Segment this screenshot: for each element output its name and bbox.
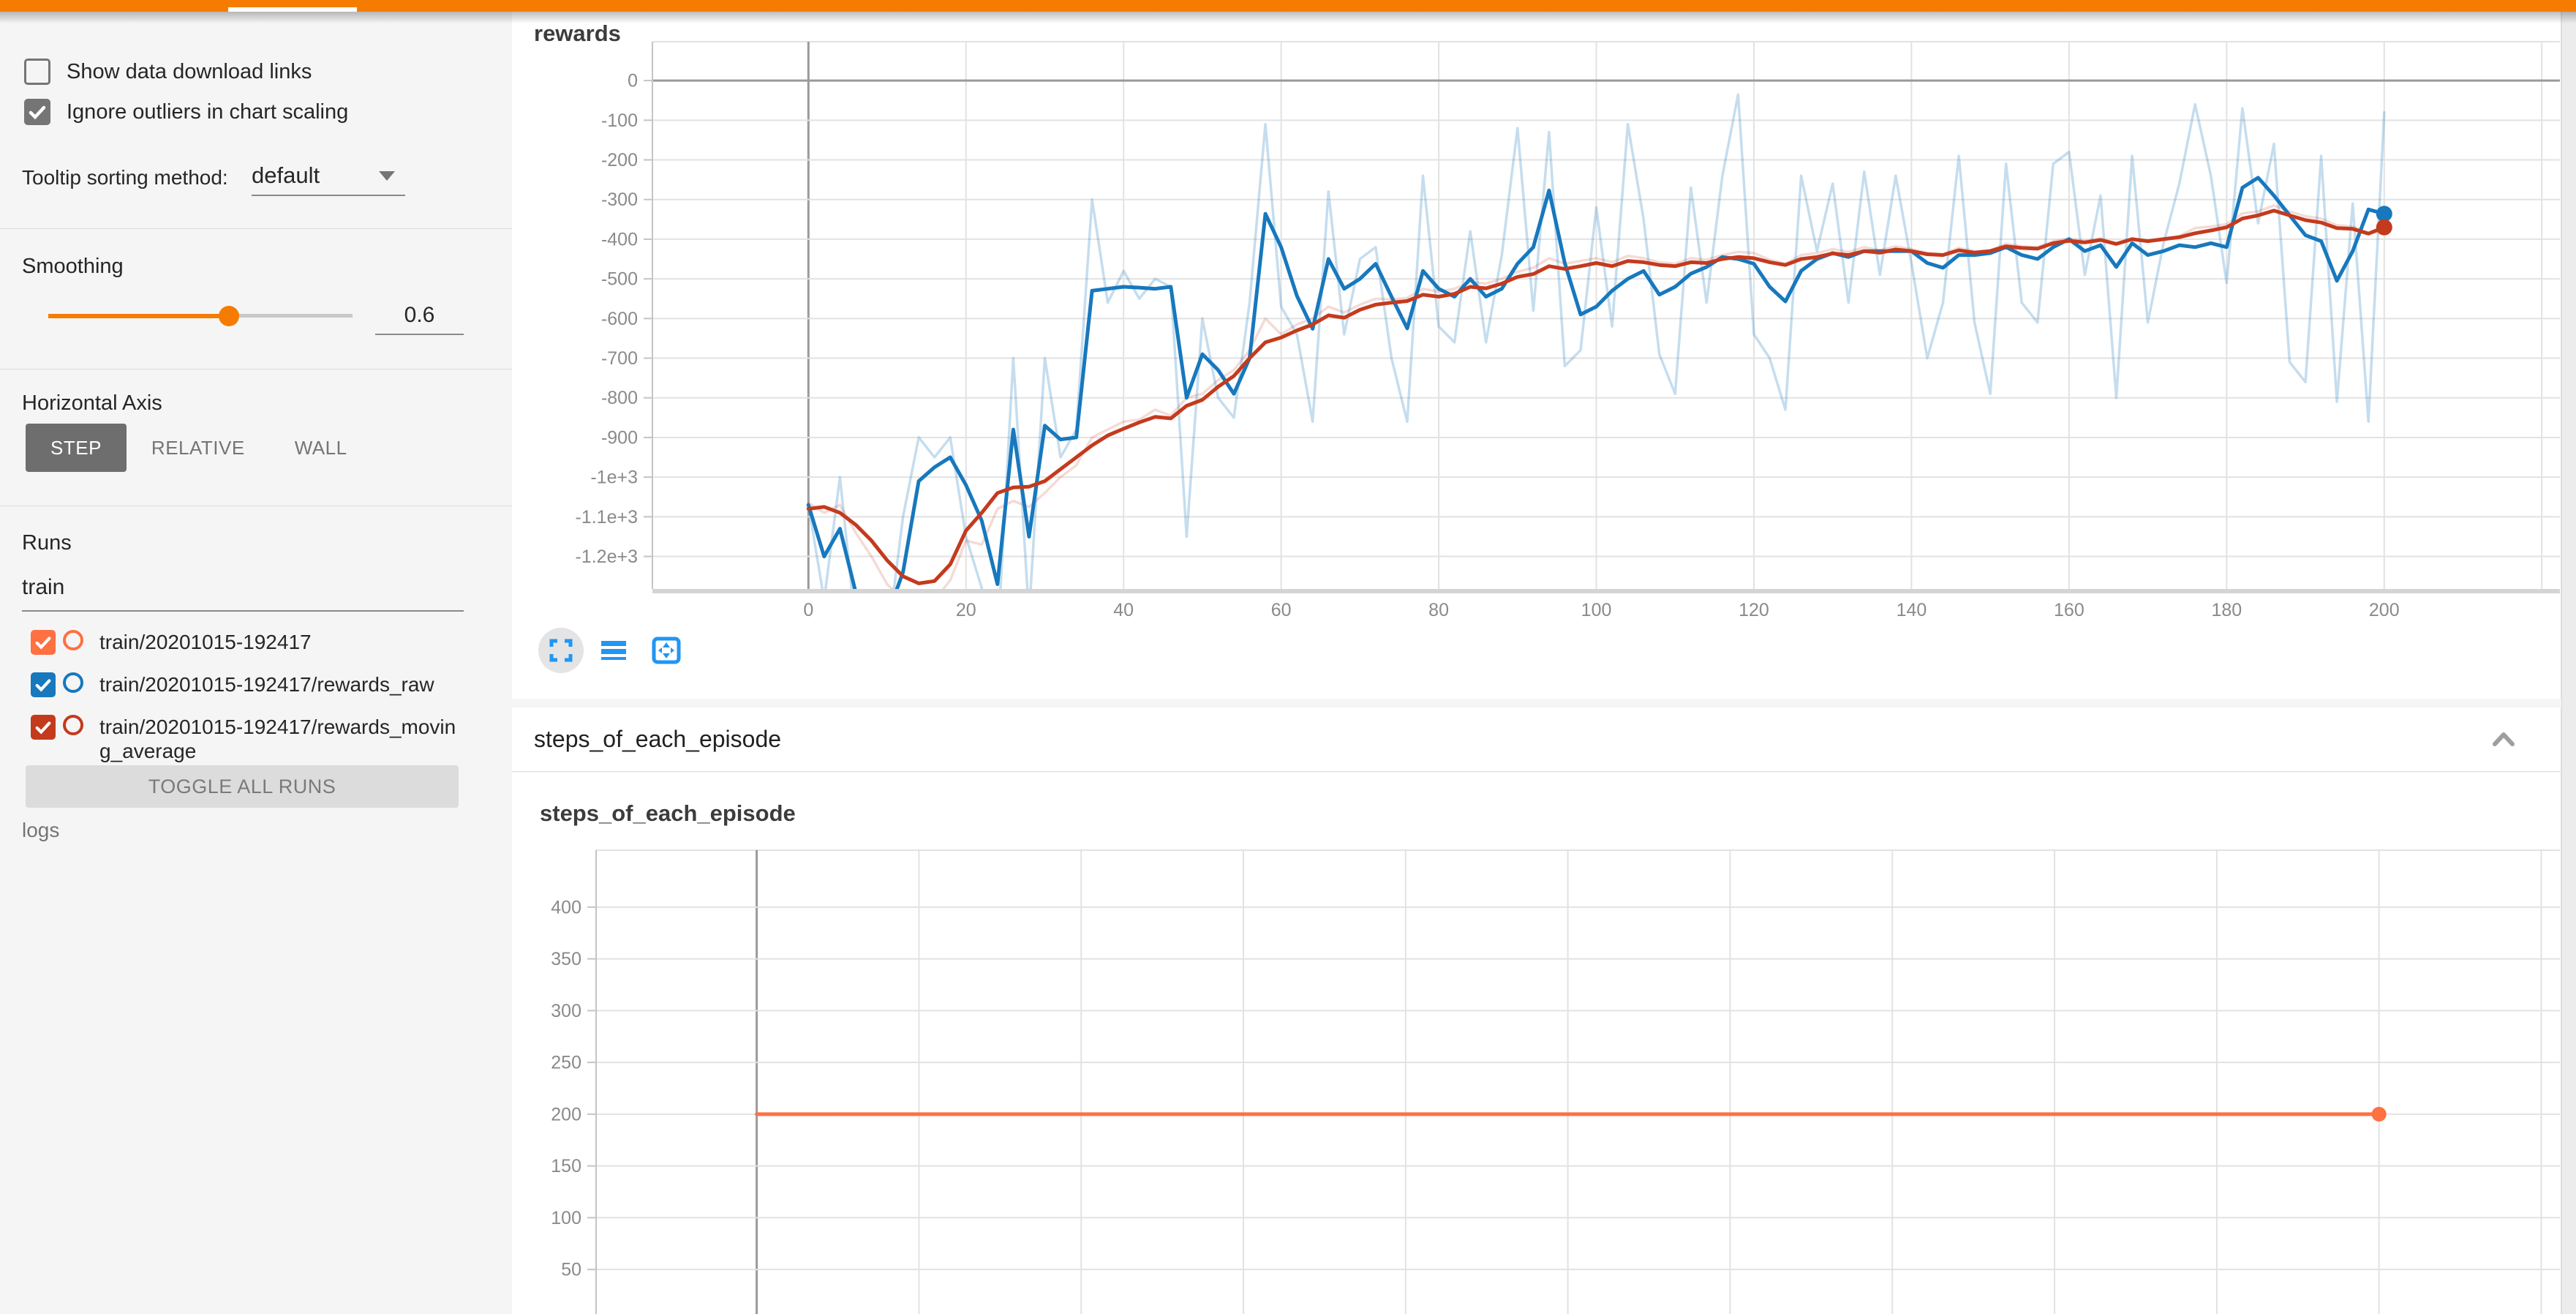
smoothing-label: Smoothing (22, 255, 124, 279)
y-tick-label: 350 (551, 949, 581, 969)
axis-mode-relative-button[interactable]: RELATIVE (127, 424, 270, 472)
steps-chart[interactable]: 400 350 300 250 200 150 100 50 (512, 773, 2561, 1314)
horizontal-axis-label: Horizontal Axis (22, 391, 162, 416)
ignore-outliers-checkbox[interactable] (24, 99, 50, 125)
y-tick-label: -300 (601, 189, 638, 210)
run-row[interactable]: train/20201015-192417/rewards_moving_ave… (31, 715, 465, 763)
steps-section-title: steps_of_each_episode (534, 726, 781, 753)
y-tick-label: -1e+3 (590, 468, 638, 488)
rewards-chart[interactable]: 0 -100 -200 -300 -400 -500 -600 -700 -800 -900 -1e… (512, 12, 2561, 699)
logdir-label: logs (22, 819, 59, 842)
gridlines (587, 850, 2560, 1314)
y-tick-label: 150 (551, 1156, 581, 1176)
check-icon (34, 675, 53, 694)
y-tick-label: 100 (551, 1208, 581, 1228)
y-tick-label: -1.1e+3 (576, 507, 639, 528)
axis-mode-wall-button[interactable]: WALL (270, 424, 372, 472)
y-tick-label: 400 (551, 897, 581, 917)
x-tick-label: 200 (2369, 600, 2400, 620)
y-tick-label: -100 (601, 110, 638, 131)
x-tick-label: 160 (2054, 600, 2084, 620)
x-tick-label: 60 (1271, 600, 1292, 620)
y-tick-label: -1.2e+3 (576, 547, 639, 567)
x-tick-label: 0 (803, 600, 813, 620)
fullscreen-icon[interactable] (538, 628, 584, 673)
gridlines (644, 42, 2560, 589)
run-name-label: train/20201015-192417/rewards_raw (99, 672, 465, 697)
tooltip-sorting-select[interactable]: default (252, 162, 320, 189)
y-tick-label: 50 (561, 1260, 581, 1280)
check-icon (34, 718, 53, 737)
runs-label: Runs (22, 531, 72, 555)
chevron-up-icon[interactable] (2488, 724, 2520, 756)
x-tick-label: 120 (1739, 600, 1769, 620)
settings-sidebar: Show data download links Ignore outliers… (0, 12, 512, 1314)
scalars-dashboard: 0 -100 -200 -300 -400 -500 -600 -700 -800 -900 -1e… (512, 12, 2561, 1314)
run-checkbox[interactable] (31, 715, 56, 740)
smoothing-slider-fill (48, 314, 228, 318)
show-download-links-checkbox[interactable] (24, 59, 50, 85)
smoothing-value-input[interactable]: 0.6 (375, 303, 464, 328)
y-tick-label: 0 (628, 71, 638, 91)
check-icon (27, 102, 48, 122)
x-tick-label: 40 (1113, 600, 1134, 620)
tooltip-sorting-label: Tooltip sorting method: (22, 166, 228, 189)
fit-data-icon[interactable] (644, 628, 689, 673)
check-icon (34, 633, 53, 652)
y-tick-label: -700 (601, 348, 638, 369)
x-tick-label: 180 (2211, 600, 2242, 620)
y-tick-label: 200 (551, 1104, 581, 1125)
y-tick-label: -400 (601, 229, 638, 249)
y-tick-label: 250 (551, 1053, 581, 1073)
run-checkbox[interactable] (31, 630, 56, 655)
run-color-radio[interactable] (63, 672, 83, 693)
active-tab-indicator (228, 7, 357, 12)
run-checkbox[interactable] (31, 672, 56, 697)
steps-section-header[interactable]: steps_of_each_episode (512, 707, 2561, 772)
steps-chart-card: 400 350 300 250 200 150 100 50 steps_of_each_ep… (512, 773, 2561, 1314)
dropdown-caret-icon[interactable] (379, 171, 395, 181)
x-tick-label: 140 (1897, 600, 1927, 620)
rewards-chart-title: rewards (534, 20, 621, 47)
y-tick-label: -900 (601, 427, 638, 448)
smoothing-slider-thumb[interactable] (219, 306, 239, 326)
run-name-label: train/20201015-192417/rewards_moving_ave… (99, 715, 465, 763)
rewards-chart-card: 0 -100 -200 -300 -400 -500 -600 -700 -800 -900 -1e… (512, 12, 2561, 699)
run-filter-underline (22, 610, 464, 612)
sidebar-divider (0, 228, 512, 229)
y-tick-label: 300 (551, 1001, 581, 1021)
series-end-dot (2372, 1107, 2387, 1122)
run-color-radio[interactable] (63, 715, 83, 735)
run-row[interactable]: train/20201015-192417/rewards_raw (31, 672, 465, 697)
horizontal-axis-button-group: STEPRELATIVEWALL (26, 424, 372, 472)
x-tick-label: 100 (1581, 600, 1612, 620)
y-tick-label: -800 (601, 388, 638, 408)
series-end-dot (2376, 219, 2392, 236)
ignore-outliers-label: Ignore outliers in chart scaling (67, 100, 348, 124)
chart-toolbar (538, 628, 689, 673)
tensorboard-header (0, 0, 2576, 12)
run-filter-input[interactable] (22, 575, 464, 600)
ignore-outliers-row[interactable]: Ignore outliers in chart scaling (24, 99, 348, 125)
y-tick-label: -200 (601, 150, 638, 170)
runs-table-icon[interactable] (591, 628, 636, 673)
run-color-radio[interactable] (63, 630, 83, 650)
dropdown-underline (252, 195, 405, 196)
x-tick-label: 20 (956, 600, 976, 620)
y-tick-label: -500 (601, 269, 638, 290)
smoothing-value-underline (375, 334, 464, 335)
run-name-label: train/20201015-192417 (99, 630, 465, 654)
y-tick-label: -600 (601, 309, 638, 329)
run-row[interactable]: train/20201015-192417 (31, 630, 465, 655)
toggle-all-runs-button[interactable]: TOGGLE ALL RUNS (26, 765, 459, 808)
show-download-links-label: Show data download links (67, 60, 312, 84)
steps-chart-title: steps_of_each_episode (540, 800, 796, 827)
x-tick-label: 80 (1428, 600, 1449, 620)
axis-mode-step-button[interactable]: STEP (26, 424, 127, 472)
page-scrollbar[interactable] (2561, 12, 2576, 1314)
show-download-links-row[interactable]: Show data download links (24, 59, 312, 85)
